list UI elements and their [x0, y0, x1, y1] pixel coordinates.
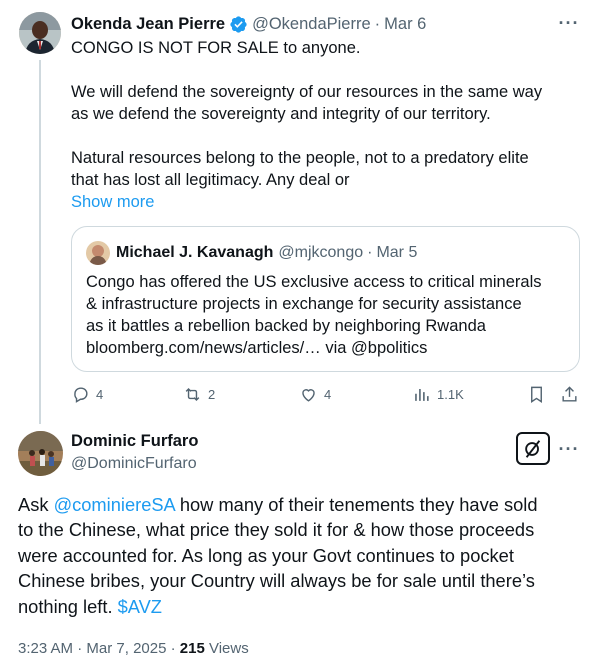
views-label: Views [208, 640, 249, 657]
quoted-text-line: bloomberg.com/news/articles/… via @bpoli… [86, 339, 428, 357]
mention-link[interactable]: @cominiereSA [54, 494, 175, 515]
tweet-actions-bar: 4 2 4 1.1K [71, 385, 581, 407]
reply-date[interactable]: Mar 7, 2025 [86, 640, 166, 657]
reply-text: Ask @cominiereSA how many of their tenem… [18, 492, 538, 619]
quoted-tweet-text: Congo has offered the US exclusive acces… [86, 271, 542, 359]
reply-button[interactable]: 4 [71, 385, 103, 404]
like-count: 4 [324, 387, 332, 402]
bookmark-button[interactable] [527, 385, 552, 404]
view-count: 1.1K [437, 387, 464, 402]
reply-text-line: to the Chinese, what price they sold it … [18, 519, 535, 541]
heart-icon [302, 389, 315, 402]
tweet-text-line-1: CONGO IS NOT FOR SALE to anyone. [71, 39, 361, 57]
views-button[interactable]: 1.1K [412, 385, 464, 404]
reply-timestamp-line: 3:23 AM · Mar 7, 2025 · 215 Views [18, 640, 249, 657]
share-button[interactable] [560, 385, 585, 404]
author-name[interactable]: Okenda Jean Pierre [71, 15, 225, 34]
quoted-text-line: & infrastructure projects in exchange fo… [86, 295, 522, 313]
grok-button[interactable] [516, 432, 550, 465]
quoted-text-line: as it battles a rebellion backed by neig… [86, 317, 486, 335]
more-horizontal-icon[interactable]: ··· [558, 12, 580, 34]
grok-icon [525, 439, 541, 458]
reply-author-handle[interactable]: @DominicFurfaro [71, 455, 197, 473]
reply-text-line: were accounted for. As long as your Govt… [18, 544, 514, 566]
reply-author-name[interactable]: Dominic Furfaro [71, 432, 198, 451]
tweet-date[interactable]: Mar 6 [384, 15, 426, 34]
dot-separator: · [77, 640, 83, 657]
like-button[interactable]: 4 [299, 385, 331, 404]
quoted-tweet-card[interactable]: Michael J. Kavanagh @mjkcongo · Mar 5 Co… [71, 226, 580, 372]
reply-text-line: Chinese bribes, your Country will always… [18, 570, 535, 592]
tweet-text-line-3: as we defend the sovereignty and integri… [71, 105, 491, 123]
reply-text-line: Ask @cominiereSA how many of their tenem… [18, 494, 538, 515]
bookmark-icon [531, 386, 542, 403]
reply-count: 4 [96, 387, 104, 402]
reply-icon [74, 387, 88, 403]
dot-separator: · [170, 640, 176, 657]
share-icon [562, 386, 577, 402]
quoted-author-handle: @mjkcongo [278, 244, 364, 261]
okenda-avatar[interactable] [19, 12, 61, 54]
reply-text-line: nothing left. $AVZ [18, 595, 162, 617]
more-horizontal-icon[interactable]: ··· [558, 438, 580, 460]
dominic-avatar[interactable] [18, 431, 63, 476]
tweet-text-line-2: We will defend the sovereignty of our re… [71, 83, 543, 101]
quoted-tweet-date: Mar 5 [376, 244, 418, 261]
show-more-link[interactable]: Show more [71, 191, 154, 213]
reply-view-count: 215 [179, 640, 205, 657]
kavanagh-avatar [86, 241, 110, 265]
analytics-icon [415, 388, 429, 401]
repost-button[interactable]: 2 [183, 385, 215, 404]
quoted-text-line: Congo has offered the US exclusive acces… [86, 273, 542, 291]
reply-time[interactable]: 3:23 AM [18, 640, 73, 657]
tweet-text-line-5: that has lost all legitimacy. Any deal o… [71, 171, 350, 189]
quoted-author-name: Michael J. Kavanagh [116, 244, 274, 261]
verified-badge-icon [229, 15, 248, 34]
tweet-header: Okenda Jean Pierre @OkendaPierre · Mar 6 [71, 13, 426, 35]
author-handle[interactable]: @OkendaPierre [252, 15, 371, 34]
dot-separator: · [367, 244, 373, 261]
tweet-text-line-4: Natural resources belong to the people, … [71, 149, 529, 167]
repost-count: 2 [208, 387, 216, 402]
repost-icon [185, 387, 200, 402]
cashtag-link[interactable]: $AVZ [118, 596, 162, 617]
dot-separator: · [374, 14, 381, 33]
quoted-tweet-header: Michael J. Kavanagh @mjkcongo · Mar 5 [116, 241, 417, 265]
thread-connector-line [39, 60, 41, 424]
